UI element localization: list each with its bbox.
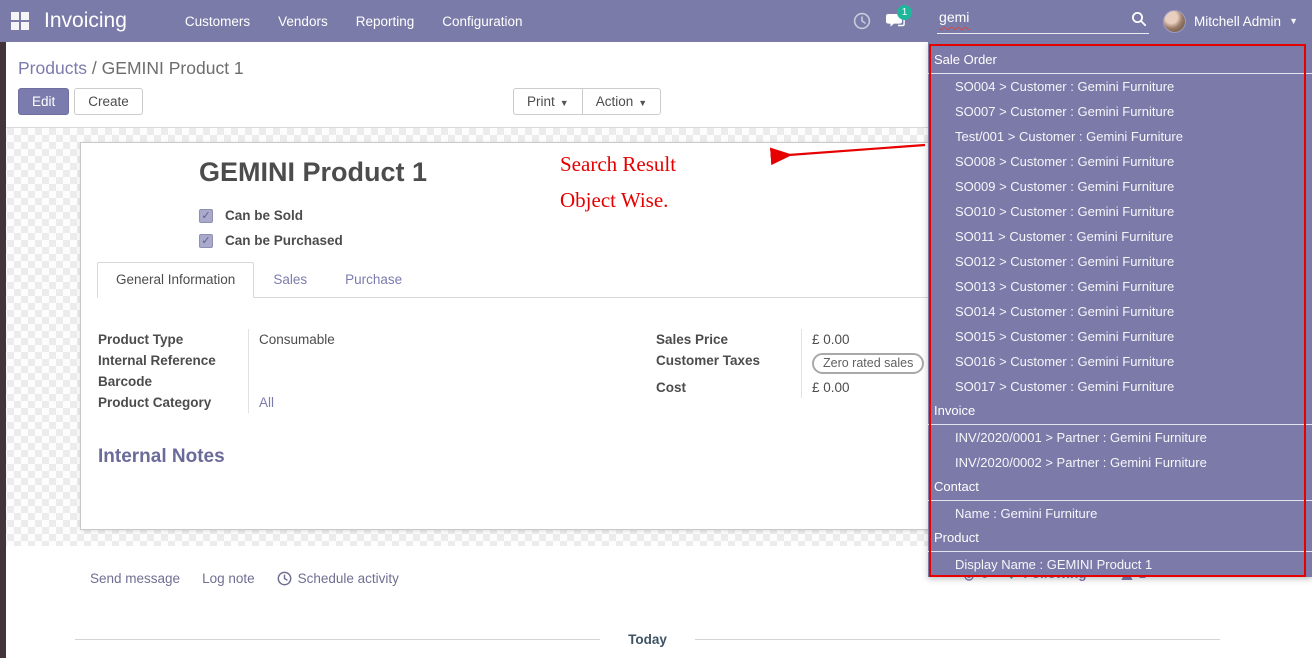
app-title[interactable]: Invoicing bbox=[44, 9, 127, 33]
dropdown-result-item[interactable]: SO004 > Customer : Gemini Furniture bbox=[928, 74, 1312, 99]
dropdown-result-item[interactable]: SO013 > Customer : Gemini Furniture bbox=[928, 274, 1312, 299]
checkbox-row: ✓ Can be Sold bbox=[199, 203, 343, 228]
user-avatar bbox=[1163, 10, 1186, 33]
field-label: Customer Taxes bbox=[656, 350, 801, 377]
search-results-dropdown: Sale OrderSO004 > Customer : Gemini Furn… bbox=[928, 42, 1312, 577]
field-value bbox=[248, 371, 548, 392]
field-value bbox=[248, 350, 548, 371]
user-menu[interactable]: Mitchell Admin ▼ bbox=[1163, 10, 1298, 33]
messages-icon[interactable]: 1 bbox=[879, 0, 913, 42]
internal-notes-heading[interactable]: Internal Notes bbox=[98, 446, 225, 468]
field-value: Consumable bbox=[248, 329, 548, 350]
checkbox-label: Can be Sold bbox=[225, 208, 303, 223]
dropdown-result-item[interactable]: Test/001 > Customer : Gemini Furniture bbox=[928, 124, 1312, 149]
breadcrumb-products-link[interactable]: Products bbox=[18, 58, 87, 78]
search-icon[interactable] bbox=[1131, 11, 1147, 27]
tab-general-information[interactable]: General Information bbox=[97, 262, 254, 298]
send-message-link[interactable]: Send message bbox=[90, 571, 180, 586]
product-title: GEMINI Product 1 bbox=[199, 157, 427, 188]
menu-item-vendors[interactable]: Vendors bbox=[268, 8, 338, 35]
schedule-activity-link[interactable]: Schedule activity bbox=[277, 571, 399, 586]
breadcrumb: Products / GEMINI Product 1 bbox=[18, 58, 244, 79]
global-search: gemi bbox=[937, 0, 1149, 42]
product-flags: ✓ Can be Sold ✓ Can be Purchased bbox=[199, 203, 343, 253]
dropdown-result-item[interactable]: SO008 > Customer : Gemini Furniture bbox=[928, 149, 1312, 174]
checkbox[interactable]: ✓ bbox=[199, 209, 213, 223]
activities-clock-icon[interactable] bbox=[845, 0, 879, 42]
menu-item-configuration[interactable]: Configuration bbox=[432, 8, 532, 35]
action-dropdown-button[interactable]: Action▼ bbox=[582, 88, 661, 115]
tab-sales[interactable]: Sales bbox=[254, 262, 326, 297]
dropdown-result-item[interactable]: SO011 > Customer : Gemini Furniture bbox=[928, 224, 1312, 249]
dropdown-result-item[interactable]: Display Name : GEMINI Product 1 bbox=[928, 552, 1312, 577]
navbar-right: 1 gemi Mitchell Admin ▼ bbox=[845, 0, 1312, 42]
search-input[interactable]: gemi bbox=[939, 9, 969, 25]
field-label: Product Category bbox=[98, 392, 248, 413]
menu-item-customers[interactable]: Customers bbox=[175, 8, 260, 35]
dropdown-section-invoice: Invoice bbox=[928, 399, 1312, 425]
menu-item-reporting[interactable]: Reporting bbox=[346, 8, 425, 35]
field-label: Sales Price bbox=[656, 329, 801, 350]
annotation-text: Search Result Object Wise. bbox=[560, 146, 676, 218]
print-dropdown-button[interactable]: Print▼ bbox=[513, 88, 582, 115]
messages-count-badge: 1 bbox=[897, 5, 912, 20]
dropdown-result-item[interactable]: Name : Gemini Furniture bbox=[928, 501, 1312, 526]
chevron-down-icon: ▼ bbox=[560, 98, 569, 108]
tax-badge: Zero rated sales bbox=[812, 353, 924, 374]
dropdown-result-item[interactable]: SO012 > Customer : Gemini Furniture bbox=[928, 249, 1312, 274]
dropdown-result-item[interactable]: INV/2020/0002 > Partner : Gemini Furnitu… bbox=[928, 450, 1312, 475]
dropdown-result-item[interactable]: SO017 > Customer : Gemini Furniture bbox=[928, 374, 1312, 399]
dropdown-result-item[interactable]: SO015 > Customer : Gemini Furniture bbox=[928, 324, 1312, 349]
chevron-down-icon: ▼ bbox=[638, 98, 647, 108]
field-label: Barcode bbox=[98, 371, 248, 392]
dropdown-result-item[interactable]: SO007 > Customer : Gemini Furniture bbox=[928, 99, 1312, 124]
tab-purchase[interactable]: Purchase bbox=[326, 262, 421, 297]
date-divider: Today bbox=[75, 632, 1220, 647]
field-label: Internal Reference bbox=[98, 350, 248, 371]
apps-menu-icon[interactable] bbox=[0, 0, 40, 42]
user-name: Mitchell Admin bbox=[1194, 14, 1281, 29]
field-value[interactable]: All bbox=[248, 392, 548, 413]
window-edge bbox=[0, 42, 6, 658]
breadcrumb-current: GEMINI Product 1 bbox=[102, 58, 244, 78]
create-button[interactable]: Create bbox=[74, 88, 143, 115]
field-label: Cost bbox=[656, 377, 801, 398]
dropdown-result-item[interactable]: SO016 > Customer : Gemini Furniture bbox=[928, 349, 1312, 374]
dropdown-section-product: Product bbox=[928, 526, 1312, 552]
dropdown-result-item[interactable]: INV/2020/0001 > Partner : Gemini Furnitu… bbox=[928, 425, 1312, 450]
main-menu: Customers Vendors Reporting Configuration bbox=[175, 8, 533, 35]
top-navbar: Invoicing Customers Vendors Reporting Confi… bbox=[0, 0, 1312, 42]
screen: Invoicing Customers Vendors Reporting Confi… bbox=[0, 0, 1312, 658]
checkbox-label: Can be Purchased bbox=[225, 233, 343, 248]
checkbox[interactable]: ✓ bbox=[199, 234, 213, 248]
log-note-link[interactable]: Log note bbox=[202, 571, 255, 586]
dropdown-section-contact: Contact bbox=[928, 475, 1312, 501]
chevron-down-icon: ▼ bbox=[1289, 16, 1298, 26]
fields-left-column: Product TypeConsumableInternal Reference… bbox=[98, 329, 548, 413]
dropdown-result-item[interactable]: SO014 > Customer : Gemini Furniture bbox=[928, 299, 1312, 324]
dropdown-result-item[interactable]: SO010 > Customer : Gemini Furniture bbox=[928, 199, 1312, 224]
clock-icon bbox=[277, 571, 292, 586]
field-label: Product Type bbox=[98, 329, 248, 350]
dropdown-section-sale-order: Sale Order bbox=[928, 48, 1312, 74]
edit-button[interactable]: Edit bbox=[18, 88, 69, 115]
dropdown-result-item[interactable]: SO009 > Customer : Gemini Furniture bbox=[928, 174, 1312, 199]
checkbox-row: ✓ Can be Purchased bbox=[199, 228, 343, 253]
